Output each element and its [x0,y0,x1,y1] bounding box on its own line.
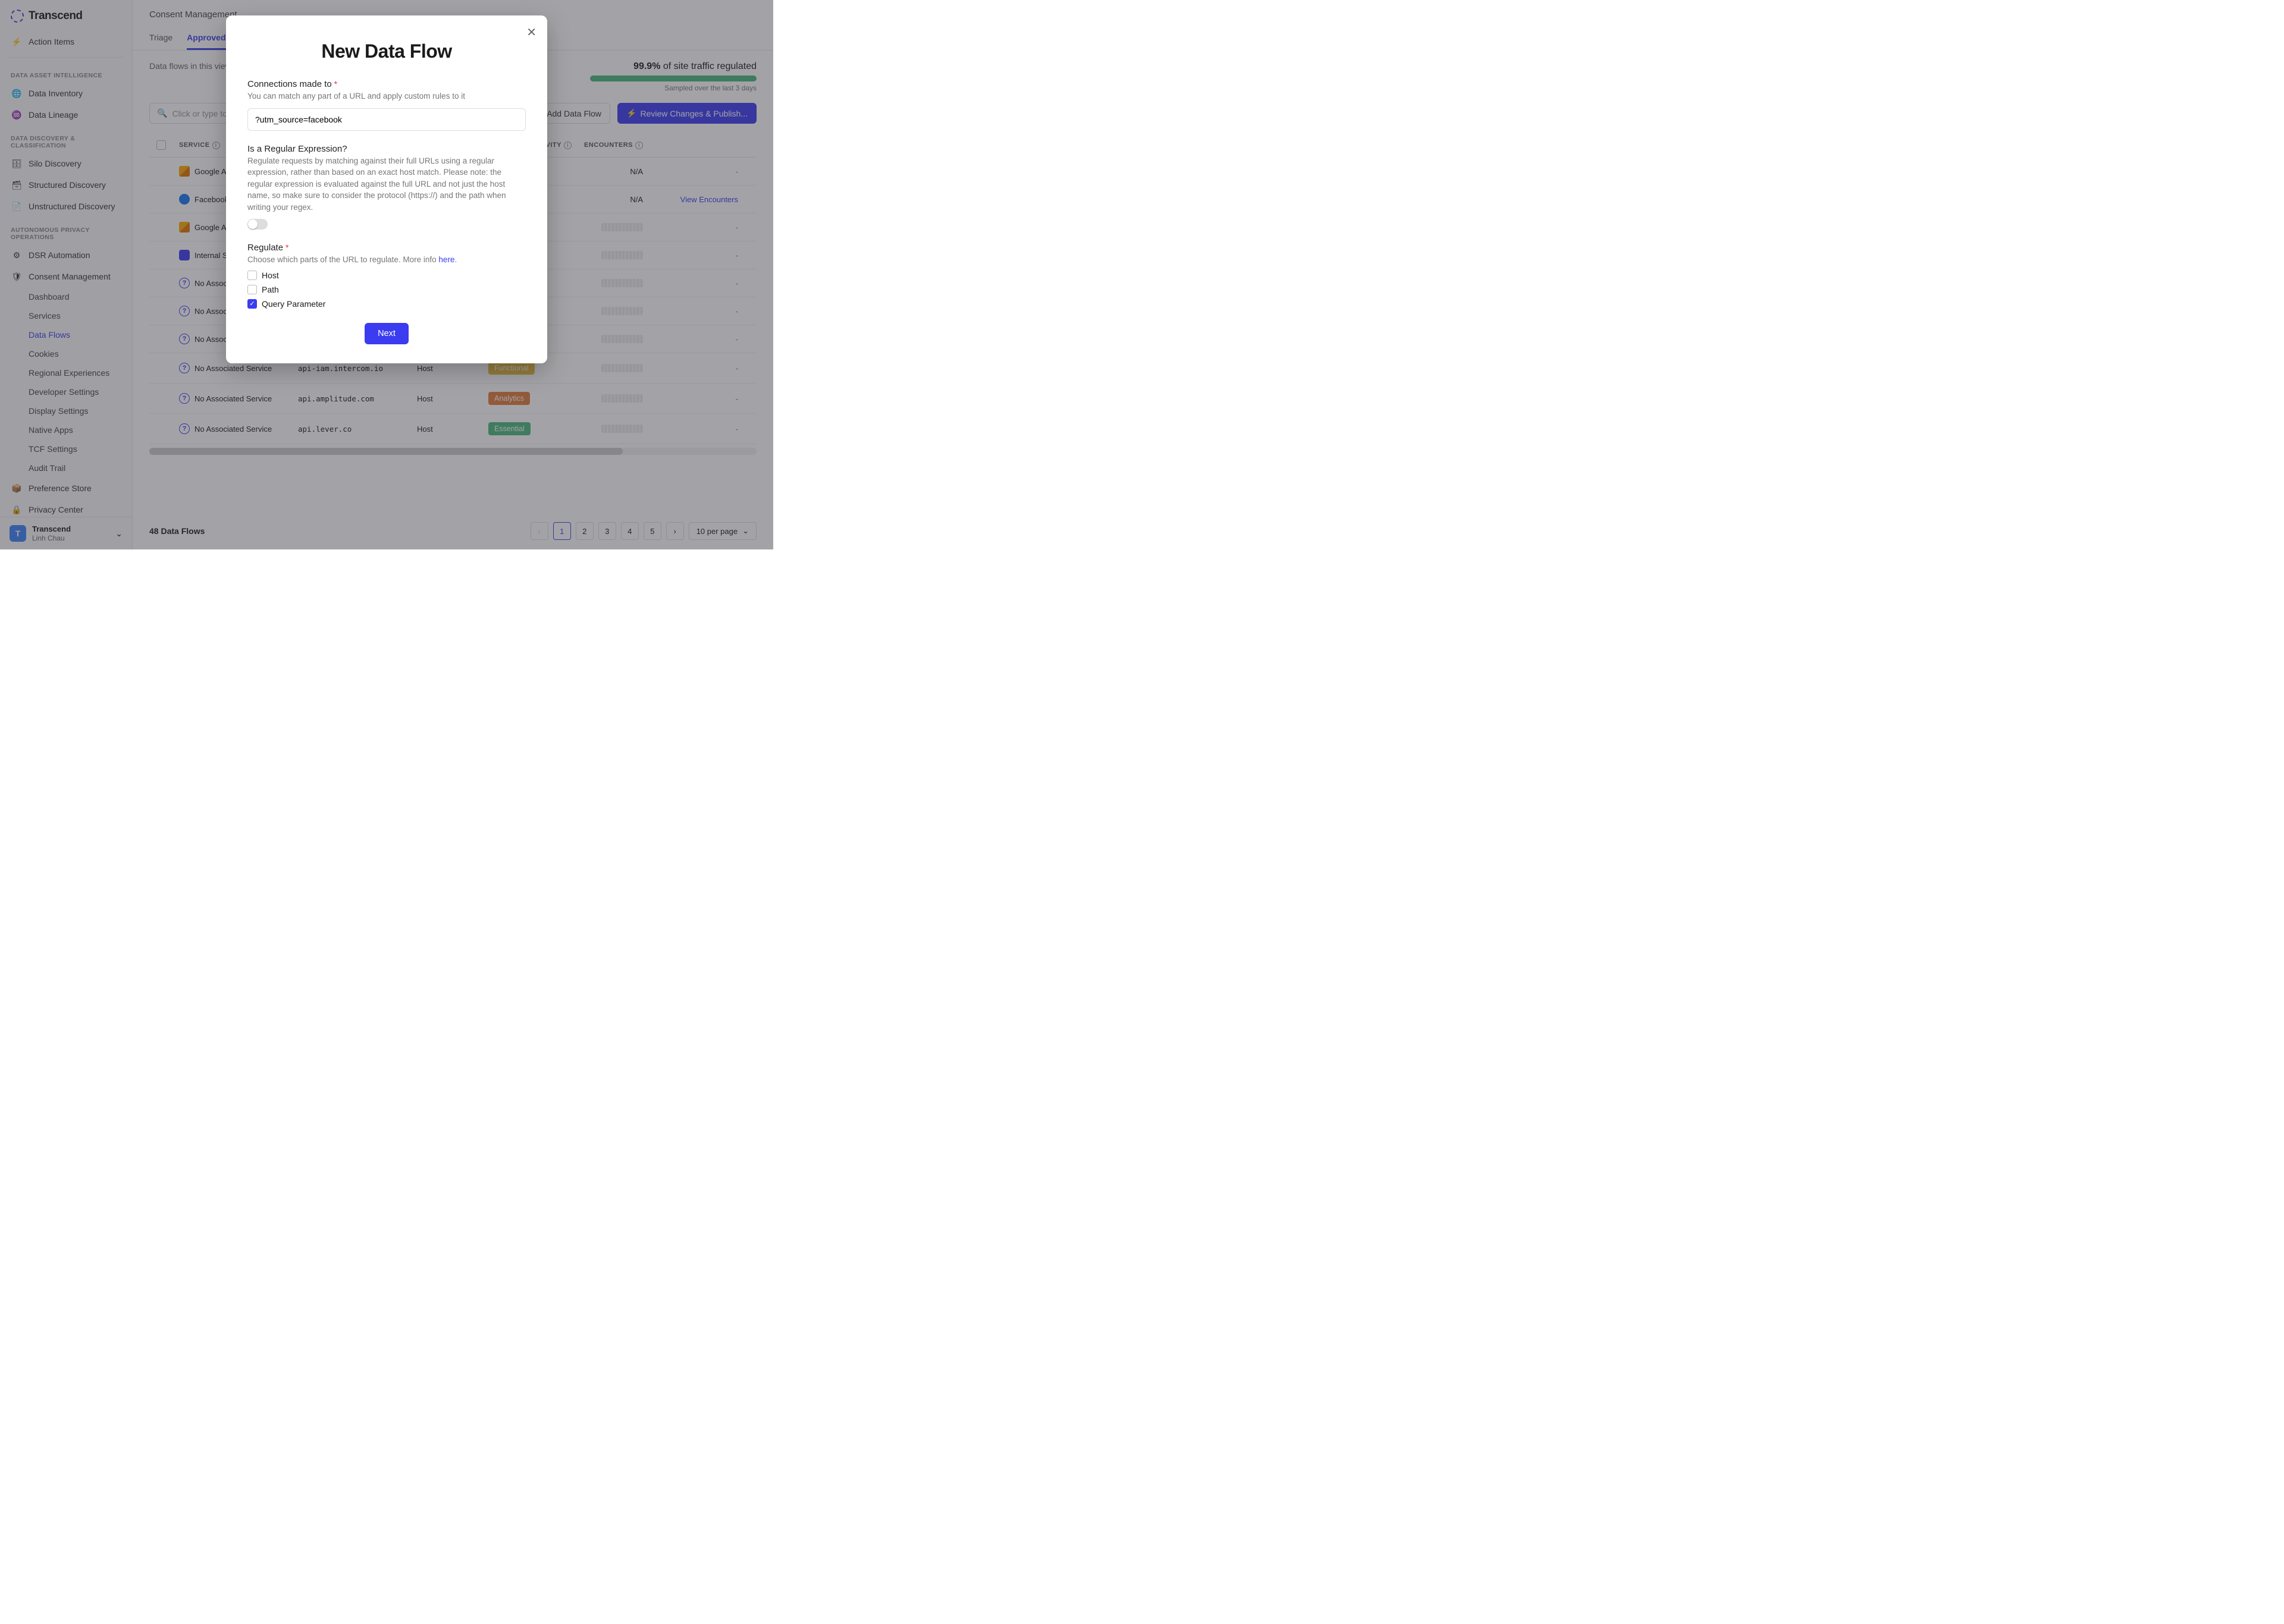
regulate-option[interactable]: Host [247,271,526,280]
regulate-option[interactable]: Path [247,285,526,294]
close-button[interactable]: ✕ [526,25,537,40]
next-button[interactable]: Next [365,323,409,344]
option-label: Query Parameter [262,299,325,309]
connections-label: Connections made to [247,79,332,89]
regulate-option[interactable]: ✓ Query Parameter [247,299,526,309]
regex-label: Is a Regular Expression? [247,144,526,154]
close-icon: ✕ [526,26,537,39]
regex-toggle[interactable] [247,219,268,230]
modal-title: New Data Flow [247,40,526,62]
more-info-link[interactable]: here [438,255,454,264]
connections-help: You can match any part of a URL and appl… [247,90,526,102]
option-label: Path [262,285,279,294]
regulate-help: Choose which parts of the URL to regulat… [247,254,526,266]
regex-help: Regulate requests by matching against th… [247,155,526,213]
connections-input[interactable] [247,108,526,131]
new-data-flow-modal: ✕ New Data Flow Connections made to * Yo… [226,15,547,363]
checkbox[interactable]: ✓ [247,299,257,309]
regulate-label: Regulate [247,243,283,253]
option-label: Host [262,271,279,280]
checkbox[interactable] [247,285,257,294]
checkbox[interactable] [247,271,257,280]
modal-overlay[interactable]: ✕ New Data Flow Connections made to * Yo… [0,0,773,549]
